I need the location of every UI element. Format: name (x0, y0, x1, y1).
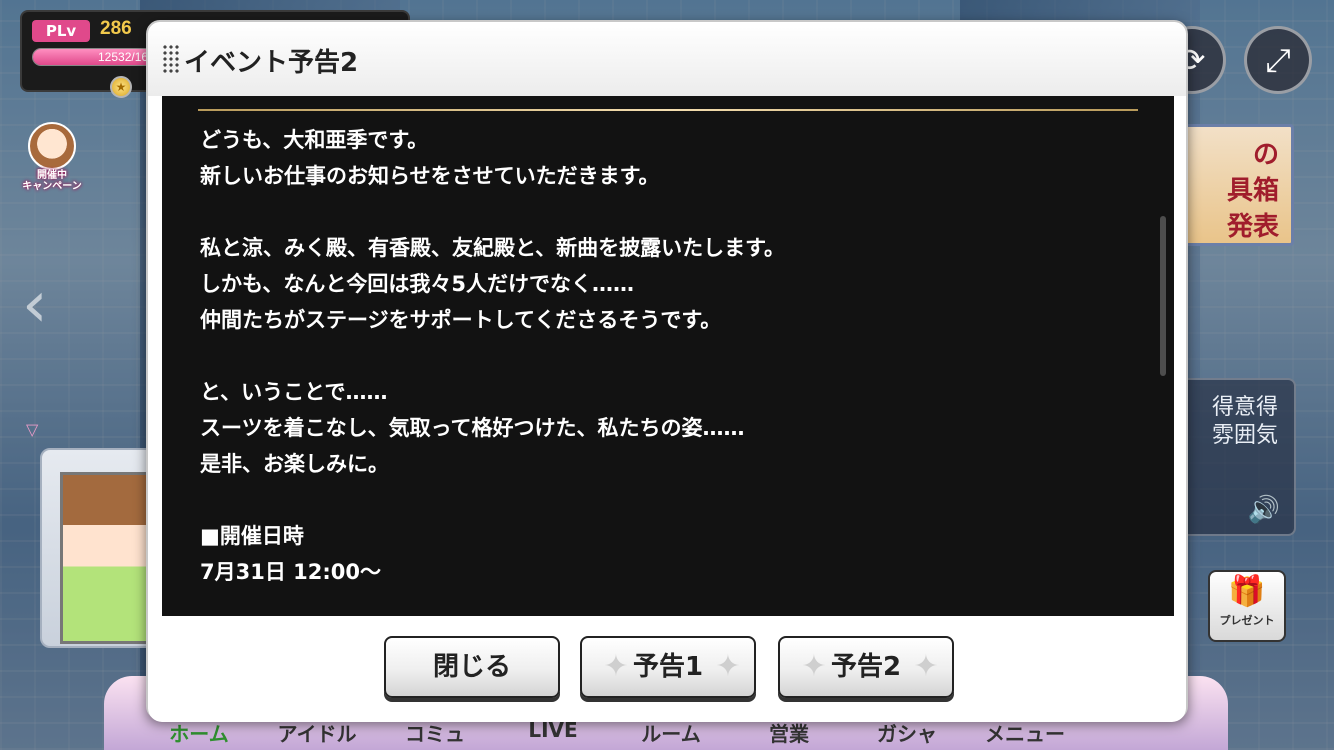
nav-items: ホーム アイドル コミュ LIVE ルーム 営業 ガシャ メニュー (140, 718, 1084, 747)
idol-voice-panel: 得意得 雰囲気 🔊 (1180, 378, 1296, 536)
present-button[interactable]: 🎁 プレゼント (1208, 570, 1286, 642)
gold-divider (198, 109, 1138, 111)
notice-line: スーツを着こなし、気取って格好つけた、私たちの姿…… (200, 416, 745, 440)
speaker-icon[interactable]: 🔊 (1248, 496, 1280, 524)
notice2-button-label: 予告2 (830, 652, 902, 682)
event-notice-dialog: イベント予告2 どうも、大和亜季です。新しいお仕事のお知らせをさせていただきます… (146, 20, 1188, 722)
notice-line: どうも、大和亜季です。 (200, 128, 429, 152)
player-level: 286 (100, 18, 132, 39)
campaign-label-2: キャンペーン (22, 181, 82, 192)
chevron-left-icon[interactable]: ‹ (22, 270, 72, 340)
close-button[interactable]: 閉じる (384, 636, 560, 698)
star-deco-icon: ✦ (801, 649, 827, 684)
voice-line1: 得意得 (1211, 395, 1278, 420)
event-banner-line2: 具箱 (1226, 176, 1279, 206)
notice-line: 仲間たちがステージをサポートしてくださるそうです。 (200, 308, 722, 332)
notice-line: ■開催日時 (200, 524, 304, 548)
star-coin-icon: ★ (110, 76, 132, 98)
nav-item-work[interactable]: 営業 (730, 718, 848, 747)
notice-line: と、いうことで…… (200, 380, 388, 404)
idol-portrait (60, 472, 160, 644)
dots-grid-icon (162, 44, 180, 74)
star-deco-icon: ✦ (715, 649, 741, 684)
idol-card[interactable] (40, 448, 160, 648)
campaign-button[interactable]: 開催中 キャンペーン (22, 122, 82, 192)
event-banner-line3: 発表 (1226, 212, 1279, 242)
notice-line: しかも、なんと今回は我々5人だけでなく…… (200, 272, 634, 296)
nav-item-home[interactable]: ホーム (140, 718, 258, 747)
scrollbar[interactable] (1160, 216, 1166, 376)
gift-icon: 🎁 (1228, 574, 1266, 609)
dialog-body[interactable]: どうも、大和亜季です。新しいお仕事のお知らせをさせていただきます。私と涼、みく殿… (162, 96, 1174, 616)
present-label: プレゼント (1219, 614, 1275, 627)
notice-line: 是非、お楽しみに。 (200, 452, 389, 476)
event-banner[interactable]: の 具箱 発表 (1180, 124, 1294, 246)
nav-item-gacha[interactable]: ガシャ (848, 718, 966, 747)
nav-item-idol[interactable]: アイドル (258, 718, 376, 747)
dialog-header: イベント予告2 (148, 22, 1186, 96)
expand-icon[interactable]: ⤢ (1244, 26, 1312, 94)
notice1-button[interactable]: ✦ 予告1 ✦ (580, 636, 756, 698)
dialog-footer: 閉じる ✦ 予告1 ✦ ✦ 予告2 ✦ (148, 616, 1186, 722)
campaign-label-1: 開催中 (37, 170, 67, 181)
exp-text: 12532/16 (98, 50, 149, 64)
close-button-label: 閉じる (432, 652, 511, 682)
nav-item-menu[interactable]: メニュー (966, 718, 1084, 747)
star-deco-icon: ✦ (603, 649, 629, 684)
notice1-button-label: 予告1 (632, 652, 704, 682)
notice-text: どうも、大和亜季です。新しいお仕事のお知らせをさせていただきます。私と涼、みく殿… (200, 122, 1140, 590)
event-banner-line1: の (1252, 140, 1279, 170)
notice-line: 私と涼、みく殿、有香殿、友紀殿と、新曲を披露いたします。 (200, 236, 786, 260)
nav-item-commu[interactable]: コミュ (376, 718, 494, 747)
nav-item-live[interactable]: LIVE (494, 718, 612, 747)
triangle-down-icon: ▽ (26, 420, 39, 439)
notice-line: 7月31日 12:00～ (200, 560, 381, 584)
voice-line2: 雰囲気 (1211, 423, 1278, 448)
star-deco-icon: ✦ (913, 649, 939, 684)
campaign-character-icon (28, 122, 76, 170)
notice-line: 新しいお仕事のお知らせをさせていただきます。 (200, 164, 660, 188)
notice2-button[interactable]: ✦ 予告2 ✦ (778, 636, 954, 698)
nav-item-room[interactable]: ルーム (612, 718, 730, 747)
dialog-title: イベント予告2 (184, 48, 359, 78)
plv-badge: PLv (32, 20, 90, 42)
